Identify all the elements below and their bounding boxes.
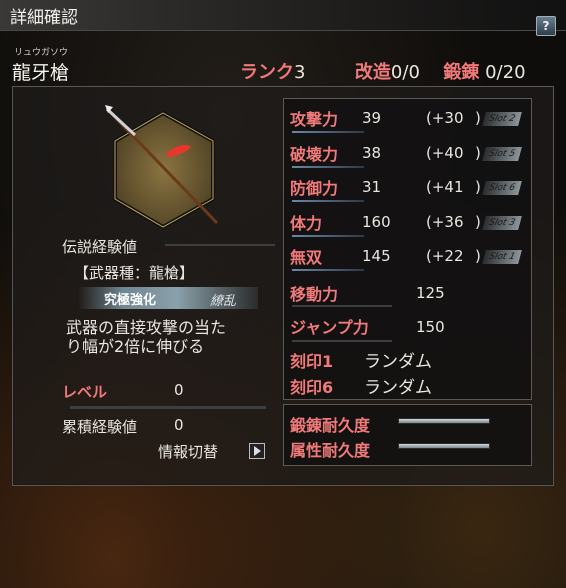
legend-exp-label: 伝説経験値: [62, 238, 138, 256]
forge-durability-bar: [398, 418, 490, 424]
stat-bar: [292, 131, 364, 133]
stat-bonus-close: ): [475, 178, 481, 196]
jump-bar: [292, 340, 392, 342]
title-bar: 詳細確認: [0, 0, 566, 31]
seal-6-label: 刻印6: [290, 378, 334, 397]
stat-bar: [292, 235, 364, 237]
jump-label: ジャンプ力: [290, 318, 369, 337]
element-durability-bar: [398, 443, 490, 449]
element-durability-label: 属性耐久度: [290, 441, 371, 460]
move-label: 移動力: [290, 285, 339, 304]
stat-bonus: (+41: [426, 178, 464, 196]
move-value: 125: [416, 284, 445, 302]
level-label: レベル: [62, 383, 108, 401]
slot-badge: Slot 2: [482, 112, 522, 126]
stat-label: 破壊力: [290, 145, 339, 164]
stat-bonus-close: ): [475, 144, 481, 162]
rank-value: 3: [294, 62, 306, 83]
stat-value: 160: [362, 213, 391, 231]
ultimate-description-line2: り幅が2倍に伸びる: [66, 337, 205, 356]
weapon-spear-icon: [105, 105, 219, 230]
stat-value: 39: [362, 109, 382, 127]
stat-bonus: (+36: [426, 213, 464, 231]
seal-1-value: ランダム: [364, 352, 432, 372]
stat-bar: [292, 166, 364, 168]
ultimate-skill-name: 繚乱: [210, 294, 237, 309]
accumulated-exp-value: 0: [174, 416, 184, 434]
screen-title: 詳細確認: [10, 8, 78, 28]
rank-label: ランク: [240, 62, 294, 83]
stat-value: 31: [362, 178, 382, 196]
weapon-type: 【武器種：龍槍】: [74, 264, 195, 282]
refine-label: 改造: [354, 62, 391, 83]
stat-bar: [292, 200, 364, 202]
stat-bonus-close: ): [475, 109, 481, 127]
stat-value: 145: [362, 247, 391, 265]
forge-value: 0/20: [485, 62, 526, 83]
slot-badge: Slot 3: [482, 216, 522, 230]
slot-badge: Slot 1: [482, 250, 522, 264]
stat-label: 防御力: [290, 179, 339, 198]
stat-bar: [292, 269, 364, 271]
slot-badge: Slot 5: [482, 147, 522, 161]
help-icon[interactable]: ?: [536, 16, 556, 36]
stat-label: 攻撃力: [290, 110, 339, 129]
ultimate-label: 究極強化: [104, 293, 157, 308]
weapon-rank-row: ランク3 改造0/0 鍛錬 0/20: [240, 58, 526, 84]
level-value: 0: [174, 381, 184, 399]
stat-bonus: (+40: [426, 144, 464, 162]
weapon-name-reading: リュウガソウ: [14, 48, 69, 58]
stat-bonus-close: ): [475, 247, 481, 265]
info-switch-arrow-icon[interactable]: [249, 443, 265, 459]
slot-badge: Slot 6: [482, 181, 522, 195]
forge-durability-label: 鍛錬耐久度: [290, 416, 371, 435]
weapon-name: 龍牙槍: [12, 62, 70, 84]
level-exp-bar: [70, 406, 266, 409]
stat-bonus: (+22: [426, 247, 464, 265]
refine-value: 0/0: [390, 62, 420, 83]
legend-exp-bar: [165, 244, 275, 246]
stat-label: 無双: [290, 248, 323, 267]
stat-value: 38: [362, 144, 382, 162]
seal-6-value: ランダム: [364, 378, 432, 398]
seal-1-label: 刻印1: [290, 352, 334, 371]
forge-label: 鍛錬: [443, 62, 480, 83]
jump-value: 150: [416, 318, 445, 336]
stat-bonus-close: ): [475, 213, 481, 231]
move-bar: [292, 305, 392, 307]
stat-label: 体力: [290, 214, 323, 233]
stat-bonus: (+30: [426, 109, 464, 127]
accumulated-exp-label: 累積経験値: [62, 418, 138, 436]
info-switch-label[interactable]: 情報切替: [158, 441, 218, 462]
